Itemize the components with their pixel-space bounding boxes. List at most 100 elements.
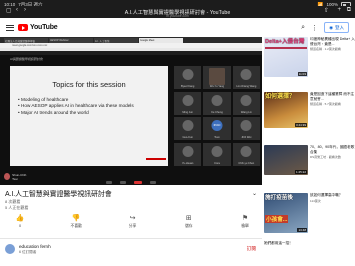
participant-name: Byeol Kang	[181, 85, 195, 88]
participant-name: Jhih Wei	[241, 136, 252, 139]
participant-tile: IPAD Tsun	[203, 117, 231, 140]
speaker-avatar	[4, 173, 11, 180]
avatar	[240, 94, 252, 106]
meeting-title: AI與實證醫學視訊研討會	[10, 57, 43, 61]
subscriber-count: 6 位訂閱者	[19, 250, 37, 254]
slide-bullet: How AESOP applies AI in healthcare via t…	[18, 103, 134, 109]
new-tab-icon[interactable]: +	[337, 7, 341, 13]
save-label: 儲存	[184, 224, 193, 228]
video-title: 她們都用這一招！	[264, 241, 293, 245]
video-thumbnail[interactable]: 如何選擇？ 3:44:39	[264, 92, 308, 128]
save-icon: ⊞	[185, 215, 192, 222]
video-info[interactable]: 竟是因造下這種業障 而不注意就會... 頻道名稱 · 5.7萬次觀看	[310, 92, 355, 106]
camera-icon	[120, 181, 126, 184]
present-icon	[150, 181, 156, 184]
participant-name: Lin-Chiang Wang	[236, 85, 257, 88]
thumbnail-banner: 小孩會...	[265, 215, 289, 223]
share-label: 分享	[128, 224, 137, 228]
back-icon[interactable]: ‹	[16, 7, 18, 13]
recommended-video[interactable]: 施打疫苗後 小孩會... 13:48 該如何選擇高中職？ 114萬次	[264, 193, 355, 241]
like-count: 0	[18, 224, 22, 228]
dislike-button[interactable]: 👎 不喜歡	[61, 215, 91, 229]
avatar	[211, 145, 223, 157]
sign-in-button[interactable]: ◉ 登入	[324, 22, 349, 33]
video-thumbnail[interactable]: Delta+入侵台灣 11:03	[264, 37, 308, 77]
video-info[interactable]: 她們都用這一招！	[264, 241, 355, 246]
report-button[interactable]: ⚑ 檢舉	[230, 215, 260, 229]
camera-feed	[208, 68, 225, 85]
participant-name: Chih-yu Chen	[238, 161, 255, 165]
recommended-video[interactable]: 1:25:22 70、80、90年代，國語老歌合集 DS音樂工坊 · 觀看次數	[264, 145, 355, 193]
video-duration: 13:48	[297, 228, 307, 232]
video-meta: 114萬次	[310, 198, 321, 203]
video-title: 印度神秘異種出現 Delta+ 入侵台灣・竟是...	[310, 37, 355, 46]
recommendations-list: Delta+入侵台灣 11:03 印度神秘異種出現 Delta+ 入侵台灣・竟是…	[264, 37, 355, 266]
participant-name: Yu-Hsuan	[181, 161, 194, 165]
participant-tile: Jhih Wei	[232, 117, 260, 140]
slide-bullets: Modeling of healthcare How AESOP applies…	[18, 97, 134, 116]
channel-avatar[interactable]	[5, 244, 15, 254]
expand-description-icon[interactable]: ⌄	[252, 190, 257, 197]
dislike-label: 不喜歡	[70, 224, 82, 228]
video-title: A.I.人工智慧與實證醫學視訊研討會	[5, 191, 112, 198]
slide-bullet: Major AI trends around the world	[18, 110, 134, 116]
video-meta: 頻道名稱 · 1.2萬次觀看	[310, 47, 341, 52]
hamburger-menu-icon[interactable]	[6, 24, 14, 31]
window-titlebar: ▢ ‹ › A.I.人工智慧與實證醫學視訊研討會 - YouTube m.you…	[0, 6, 355, 18]
hangup-icon	[134, 181, 142, 184]
participant-tile: Yu-Hsuan	[174, 142, 202, 166]
participant-name: Ke Cheng	[211, 110, 223, 114]
share-button[interactable]: ↪ 分享	[118, 215, 148, 229]
video-thumbnail[interactable]: 1:25:22	[264, 145, 308, 175]
thumbnail-caption: 施打疫苗後	[265, 195, 293, 201]
video-thumbnail[interactable]: 施打疫苗後 小孩會... 13:48	[264, 193, 308, 233]
subscribe-button[interactable]: 訂閱	[247, 246, 256, 252]
channel-row[interactable]: education fernh 6 位訂閱者 訂閱	[0, 238, 262, 258]
meeting-controls	[0, 180, 262, 185]
channel-name[interactable]: education fernh	[19, 244, 51, 249]
meeting-top-bar	[0, 51, 262, 55]
search-icon[interactable]: ⌕	[301, 24, 305, 32]
participant-name: Wu-Yu Yang	[209, 85, 225, 88]
report-label: 檢舉	[241, 224, 249, 228]
youtube-play-icon	[18, 24, 28, 31]
video-title: 該如何選擇高中職？	[310, 193, 343, 197]
sidebar-toggle-icon[interactable]: ▢	[6, 7, 12, 14]
video-player[interactable]: 社團法人台灣實證醫學學會 AESOP Webinar A.I. 人工智慧 Goo…	[0, 37, 262, 185]
recommended-video[interactable]: 如何選擇？ 3:44:39 竟是因造下這種業障 而不注意就會... 頻道名稱 ·…	[264, 92, 355, 145]
video-info[interactable]: 印度神秘異種出現 Delta+ 入侵台灣・竟是... 頻道名稱 · 1.2萬次觀…	[310, 37, 355, 51]
participant-tile: Ke Cheng	[203, 91, 231, 115]
avatar	[240, 145, 252, 157]
more-options-icon[interactable]: ⋮	[311, 24, 318, 32]
video-duration: 1:25:22	[294, 170, 307, 174]
save-button[interactable]: ⊞ 儲存	[174, 215, 204, 229]
video-info[interactable]: 70、80、90年代，國語老歌合集 DS音樂工坊 · 觀看次數	[310, 145, 355, 159]
share-icon[interactable]: ⇧	[324, 7, 329, 14]
recommended-video[interactable]: 她們都用這一招！	[264, 241, 355, 261]
avatar	[182, 69, 194, 80]
participant-tile: Chih-yu Chen	[232, 142, 260, 166]
like-button[interactable]: 👍 0	[5, 215, 35, 229]
video-actions: 👍 0 👎 不喜歡 ↪ 分享 ⊞ 儲存 ⚑ 檢舉	[5, 215, 260, 229]
flag-icon: ⚑	[241, 215, 249, 222]
tabs-overview-icon[interactable]: ⧉	[347, 7, 351, 14]
forward-icon[interactable]: ›	[24, 7, 26, 13]
participant-tile: Wang Lin	[232, 91, 260, 115]
participant-name: Tsun	[214, 136, 220, 139]
youtube-logo-text: YouTube	[30, 24, 58, 31]
participant-tile: Lin-Chiang Wang	[232, 66, 260, 89]
video-info[interactable]: 該如何選擇高中職？ 114萬次	[310, 193, 355, 203]
youtube-logo[interactable]: YouTube	[18, 24, 58, 31]
live-viewers: 5 人正在觀看	[5, 205, 29, 210]
mic-icon	[106, 181, 112, 184]
video-title: 竟是因造下這種業障 而不注意就會...	[310, 92, 355, 101]
avatar	[182, 120, 194, 131]
recommended-video[interactable]: Delta+入侵台灣 11:03 印度神秘異種出現 Delta+ 入侵台灣・竟是…	[264, 37, 355, 92]
slide-accent-line	[146, 158, 166, 160]
participant-name: Guo-Kun	[182, 136, 193, 139]
youtube-header: YouTube ⌕ ⋮ ◉ 登入	[0, 18, 355, 37]
participant-tile: Wu-Yu Yang	[203, 66, 231, 89]
participant-name: Wang Lin	[240, 110, 252, 114]
avatar	[182, 145, 194, 157]
avatar	[240, 69, 252, 80]
